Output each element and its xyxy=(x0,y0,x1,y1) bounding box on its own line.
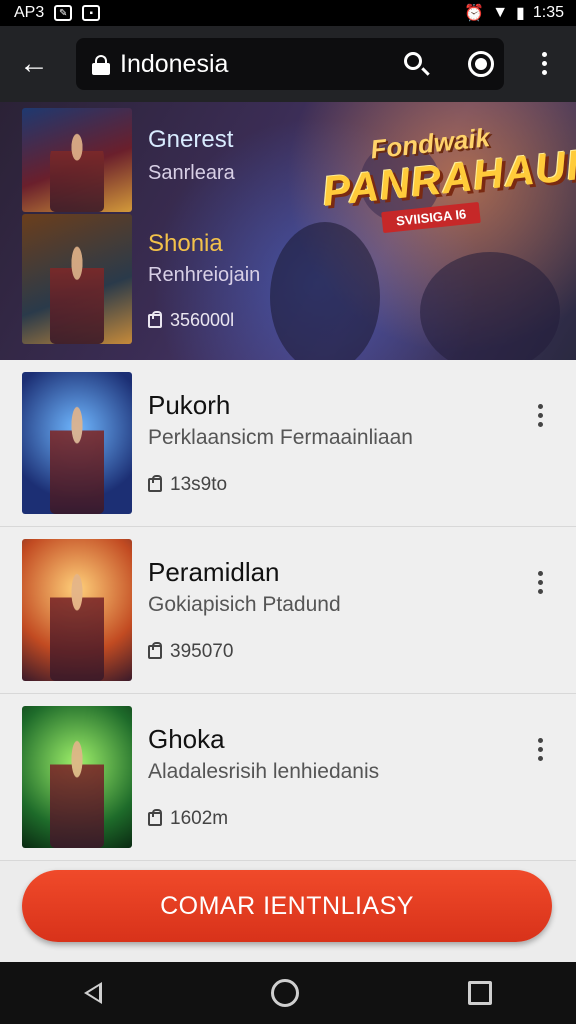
image-icon: ▪ xyxy=(82,5,101,21)
app-bar: ← Indonesia xyxy=(0,26,576,102)
featured-banner[interactable]: Gnerest Sanrleara Shonia Renhreiojain 35… xyxy=(0,102,576,360)
download-icon xyxy=(148,809,162,826)
clock: 1:35 xyxy=(532,4,564,21)
featured-thumbnail-1[interactable] xyxy=(22,108,132,212)
featured-download-count: 356000l xyxy=(148,310,234,331)
home-icon xyxy=(92,55,110,75)
app-list: Pukorh Perklaansicm Fermaainliaan 13s9to… xyxy=(0,360,576,861)
signal-icon: ▼ xyxy=(492,4,509,21)
more-options-icon[interactable] xyxy=(538,571,543,594)
app-subtitle: Aladalesrisih lenhiedanis xyxy=(148,760,380,783)
featured-subtitle-1: Sanrleara xyxy=(148,162,235,184)
list-item[interactable]: Ghoka Aladalesrisih lenhiedanis 1602m xyxy=(0,694,576,861)
more-options-icon[interactable] xyxy=(538,404,543,427)
nav-back-icon[interactable] xyxy=(84,982,103,1004)
list-item[interactable]: Pukorh Perklaansicm Fermaainliaan 13s9to xyxy=(0,360,576,527)
app-title: Pukorh xyxy=(148,390,231,420)
app-thumbnail[interactable] xyxy=(22,372,132,514)
banner-logo: Fondwaik PANRAHAUI! SVIISIGA I6 xyxy=(320,122,576,234)
download-icon xyxy=(148,310,162,328)
download-icon xyxy=(148,642,162,659)
app-subtitle: Gokiapisich Ptadund xyxy=(148,593,341,616)
notification-icon: ✎ xyxy=(54,5,73,21)
cta-container: COMAR IENTNLIASY xyxy=(0,862,576,962)
download-icon xyxy=(148,475,162,492)
featured-subtitle-2: Renhreiojain xyxy=(148,264,261,286)
system-nav-bar xyxy=(0,962,576,1024)
featured-title-2: Shonia xyxy=(148,230,223,257)
app-title: Ghoka xyxy=(148,724,225,754)
carrier-label: AP3 xyxy=(14,4,45,21)
featured-title-1: Gnerest xyxy=(148,126,234,153)
search-bar[interactable]: Indonesia xyxy=(76,38,504,90)
list-item[interactable]: Peramidlan Gokiapisich Ptadund 395070 xyxy=(0,527,576,694)
search-query: Indonesia xyxy=(120,49,229,78)
app-title: Peramidlan xyxy=(148,557,280,587)
app-thumbnail[interactable] xyxy=(22,706,132,848)
featured-thumbnail-2[interactable] xyxy=(22,214,132,344)
download-count: 1602m xyxy=(148,808,228,830)
download-count: 13s9to xyxy=(148,474,227,496)
app-subtitle: Perklaansicm Fermaainliaan xyxy=(148,426,413,449)
alarm-icon: ⏰ xyxy=(464,5,485,22)
primary-action-button[interactable]: COMAR IENTNLIASY xyxy=(22,870,552,942)
nav-recents-icon[interactable] xyxy=(467,981,492,1005)
arrow-left-icon: ← xyxy=(19,47,49,80)
record-icon[interactable] xyxy=(468,51,494,77)
more-options-icon[interactable] xyxy=(538,738,543,761)
back-button[interactable]: ← xyxy=(12,42,56,86)
download-count: 395070 xyxy=(148,641,233,663)
app-thumbnail[interactable] xyxy=(22,539,132,681)
more-options-icon[interactable] xyxy=(542,52,547,75)
search-icon[interactable] xyxy=(404,52,422,70)
status-bar: AP3 ✎ ▪ ⏰ ▼ ▮ 1:35 xyxy=(0,0,576,26)
battery-icon: ▮ xyxy=(516,5,525,22)
nav-home-icon[interactable] xyxy=(270,979,299,1007)
